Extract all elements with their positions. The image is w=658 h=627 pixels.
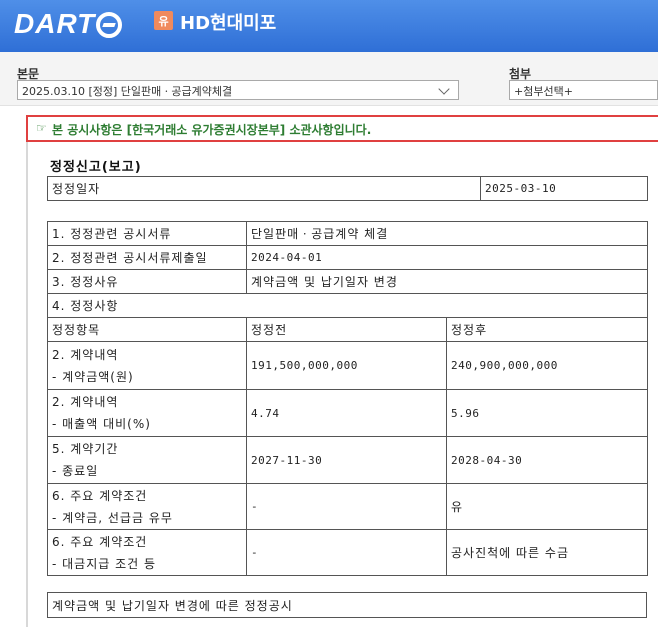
- after-value: 5.96: [445, 389, 649, 437]
- info-value: 단일판매ㆍ공급계약 체결: [245, 221, 649, 246]
- change-item-line1: 6. 주요 계약조건: [52, 534, 148, 549]
- change-item-line1: 2. 계약내역: [52, 395, 119, 409]
- document-title: 정정신고(보고): [50, 160, 142, 175]
- before-value: 191,500,000,000: [246, 341, 447, 390]
- info-label: 1. 정정관련 공시서류: [47, 221, 247, 246]
- chevron-down-icon: [438, 83, 450, 95]
- market-badge: 유: [154, 11, 173, 30]
- main-doc-select[interactable]: 2025.03.10 [정정] 단일판매ㆍ공급계약체결: [17, 80, 459, 100]
- before-value: 2027-11-30: [246, 436, 447, 484]
- attachment-select-value: +첨부선택+: [514, 85, 573, 98]
- table-row: 2. 정정관련 공시서류제출일 2024-04-01: [47, 245, 649, 270]
- change-item-line1: 2. 계약내역: [52, 347, 119, 362]
- change-item-line1: 5. 계약기간: [52, 442, 119, 456]
- table-header-row: 정정항목 정정전 정정후: [47, 317, 649, 342]
- change-item-line2: - 대금지급 조건 등: [52, 556, 157, 571]
- correction-details-table: 1. 정정관련 공시서류 단일판매ㆍ공급계약 체결 2. 정정관련 공시서류제출…: [46, 221, 649, 576]
- info-value: 계약금액 및 납기일자 변경: [245, 269, 649, 294]
- notice-text: 본 공시사항은 [한국거래소 유가증권시장본부] 소관사항입니다.: [52, 123, 372, 137]
- logo-text: DART: [14, 8, 96, 39]
- change-item-line2: - 매출액 대비(%): [52, 417, 151, 431]
- after-value: 240,900,000,000: [445, 341, 649, 390]
- table-row: 4. 정정사항: [46, 293, 649, 318]
- change-item: 2. 계약내역 - 계약금액(원): [47, 341, 247, 390]
- change-item-line2: - 계약금액(원): [52, 369, 134, 384]
- after-value: 유: [445, 483, 649, 530]
- after-value: 2028-04-30: [445, 436, 649, 484]
- table-row: 2. 계약내역 - 매출액 대비(%) 4.74 5.96: [47, 389, 649, 437]
- pointing-hand-icon: ☞: [36, 121, 47, 135]
- footer-note: 계약금액 및 납기일자 변경에 따른 정정공시: [47, 592, 647, 618]
- info-label: 2. 정정관련 공시서류제출일: [47, 245, 247, 270]
- company-name[interactable]: HD현대미포: [180, 9, 276, 35]
- change-item: 5. 계약기간 - 종료일: [47, 436, 247, 484]
- change-item: 6. 주요 계약조건 - 대금지급 조건 등: [47, 529, 247, 576]
- info-label: 3. 정정사유: [47, 269, 247, 294]
- column-header: 정정전: [246, 317, 447, 342]
- table-row: 5. 계약기간 - 종료일 2027-11-30 2028-04-30: [47, 436, 649, 484]
- change-item-line1: 6. 주요 계약조건: [52, 488, 148, 503]
- correction-date-table: 정정일자 2025-03-10: [47, 176, 648, 201]
- document-frame-border: [26, 142, 28, 627]
- attachment-select[interactable]: +첨부선택+: [509, 80, 658, 100]
- change-item-line2: - 계약금, 선급금 유무: [52, 510, 173, 525]
- before-value: -: [246, 529, 447, 576]
- table-row: 1. 정정관련 공시서류 단일판매ㆍ공급계약 체결: [47, 221, 649, 246]
- before-value: 4.74: [246, 389, 447, 437]
- logo-globe-icon: [96, 12, 123, 38]
- section-4-label: 4. 정정사항: [46, 293, 649, 318]
- table-row: 6. 주요 계약조건 - 대금지급 조건 등 - 공사진척에 따른 수금: [47, 529, 649, 576]
- jurisdiction-notice: ☞ 본 공시사항은 [한국거래소 유가증권시장본부] 소관사항입니다.: [26, 115, 658, 142]
- table-row: 계약금액 및 납기일자 변경에 따른 정정공시: [47, 592, 647, 618]
- change-item: 2. 계약내역 - 매출액 대비(%): [47, 389, 247, 437]
- table-row: 6. 주요 계약조건 - 계약금, 선급금 유무 - 유: [47, 483, 649, 530]
- column-header: 정정항목: [47, 317, 247, 342]
- correction-date-label: 정정일자: [47, 176, 481, 201]
- footer-note-table: 계약금액 및 납기일자 변경에 따른 정정공시: [47, 592, 647, 618]
- document-toolbar: 본문 2025.03.10 [정정] 단일판매ㆍ공급계약체결 첨부 +첨부선택+: [0, 52, 658, 106]
- change-item: 6. 주요 계약조건 - 계약금, 선급금 유무: [47, 483, 247, 530]
- main-doc-select-value: 2025.03.10 [정정] 단일판매ㆍ공급계약체결: [22, 85, 233, 98]
- correction-date-value: 2025-03-10: [480, 176, 648, 201]
- change-item-line2: - 종료일: [52, 464, 99, 478]
- table-row: 정정일자 2025-03-10: [47, 176, 648, 201]
- before-value: -: [246, 483, 447, 530]
- top-header: DART 유 HD현대미포: [0, 0, 658, 52]
- column-header: 정정후: [445, 317, 649, 342]
- after-value: 공사진척에 따른 수금: [445, 529, 649, 576]
- info-value: 2024-04-01: [245, 245, 649, 270]
- dart-logo[interactable]: DART: [14, 8, 123, 40]
- table-row: 2. 계약내역 - 계약금액(원) 191,500,000,000 240,90…: [47, 341, 649, 390]
- table-row: 3. 정정사유 계약금액 및 납기일자 변경: [47, 269, 649, 294]
